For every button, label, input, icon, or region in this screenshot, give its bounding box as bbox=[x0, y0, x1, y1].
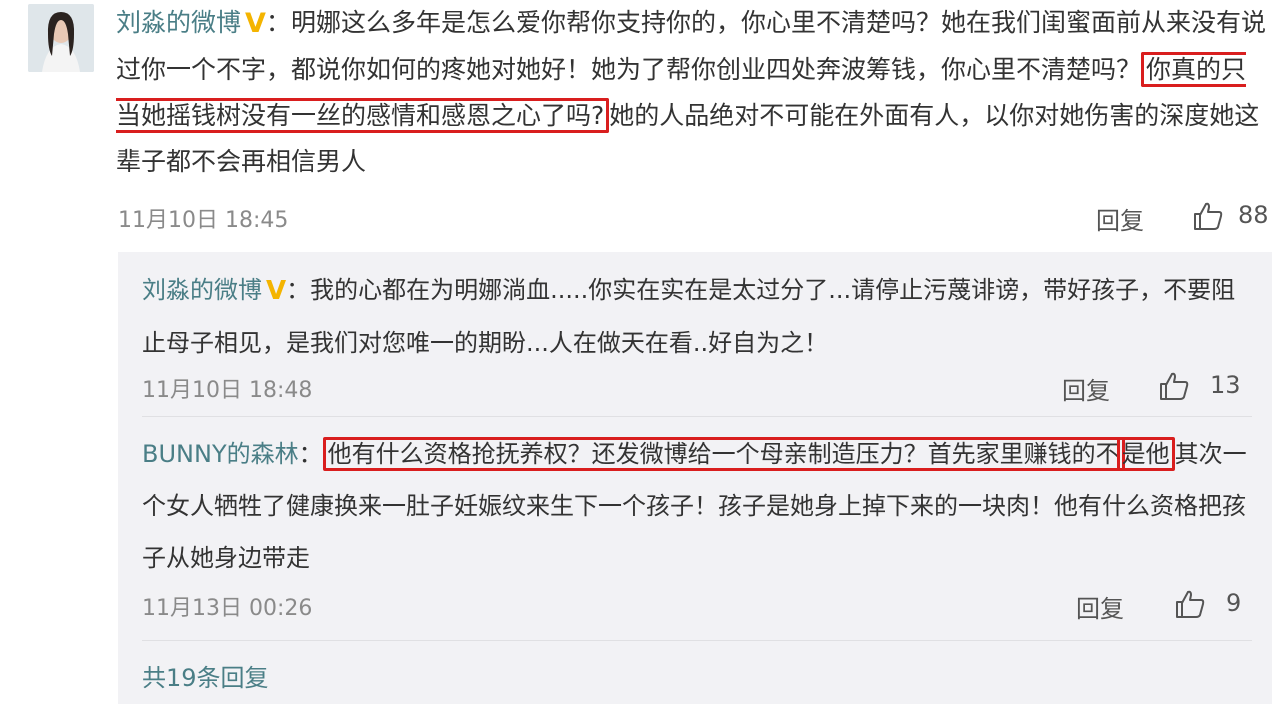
separator: ： bbox=[286, 276, 311, 304]
main-comment-timestamp: 11月10日 18:45 bbox=[118, 208, 289, 233]
reply-2-reply-button[interactable]: 回复 bbox=[1076, 589, 1124, 624]
main-comment-username[interactable]: 刘淼的微博 bbox=[116, 8, 241, 37]
view-all-replies-link[interactable]: 共19条回复 bbox=[142, 658, 269, 693]
verified-badge-icon: V bbox=[266, 276, 287, 306]
main-comment-like-count: 88 bbox=[1238, 201, 1269, 229]
reply-2-body: BUNNY的森林： 他有什么资格抢抚养权？还发微博给一个母亲制造压力？首先家里赚钱… bbox=[142, 428, 1252, 584]
main-comment-reply-button[interactable]: 回复 bbox=[1096, 201, 1144, 236]
reply-1-body: 刘淼的微博 V：我的心都在为明娜淌血.....你实在实在是太过分了...请停止污蔑… bbox=[142, 264, 1252, 369]
reply-1-username[interactable]: 刘淼的微博 bbox=[142, 276, 262, 304]
user-avatar-icon[interactable] bbox=[28, 4, 94, 72]
reply-divider bbox=[142, 640, 1252, 641]
separator: ： bbox=[298, 440, 323, 468]
main-comment-body: 刘淼的微博 V：明娜这么多年是怎么爱你帮你支持你的，你心里不清楚吗？她在我们闺蜜面… bbox=[116, 0, 1266, 185]
reply-1-timestamp: 11月10日 18:48 bbox=[142, 378, 313, 403]
thumbs-up-icon[interactable] bbox=[1174, 588, 1206, 620]
thumbs-up-icon[interactable] bbox=[1158, 370, 1190, 402]
thumbs-up-icon[interactable] bbox=[1192, 200, 1224, 232]
reply-2-username[interactable]: BUNNY的森林 bbox=[142, 440, 299, 468]
weibo-comment-thread: 刘淼的微博 V：明娜这么多年是怎么爱你帮你支持你的，你心里不清楚吗？她在我们闺蜜面… bbox=[0, 0, 1272, 704]
highlighted-text: 是他 bbox=[1116, 437, 1175, 471]
verified-badge-icon: V bbox=[245, 8, 266, 39]
reply-1-reply-button[interactable]: 回复 bbox=[1062, 371, 1110, 406]
reply-1-like-count: 13 bbox=[1210, 371, 1241, 399]
separator: ： bbox=[265, 8, 291, 37]
reply-2-like-count: 9 bbox=[1226, 589, 1242, 617]
reply-2-timestamp: 11月13日 00:26 bbox=[142, 596, 313, 621]
highlighted-text: 他有什么资格抢抚养权？还发微博给一个母亲制造压力？首先家里赚钱的不 bbox=[322, 437, 1125, 471]
reply-divider bbox=[142, 416, 1252, 417]
